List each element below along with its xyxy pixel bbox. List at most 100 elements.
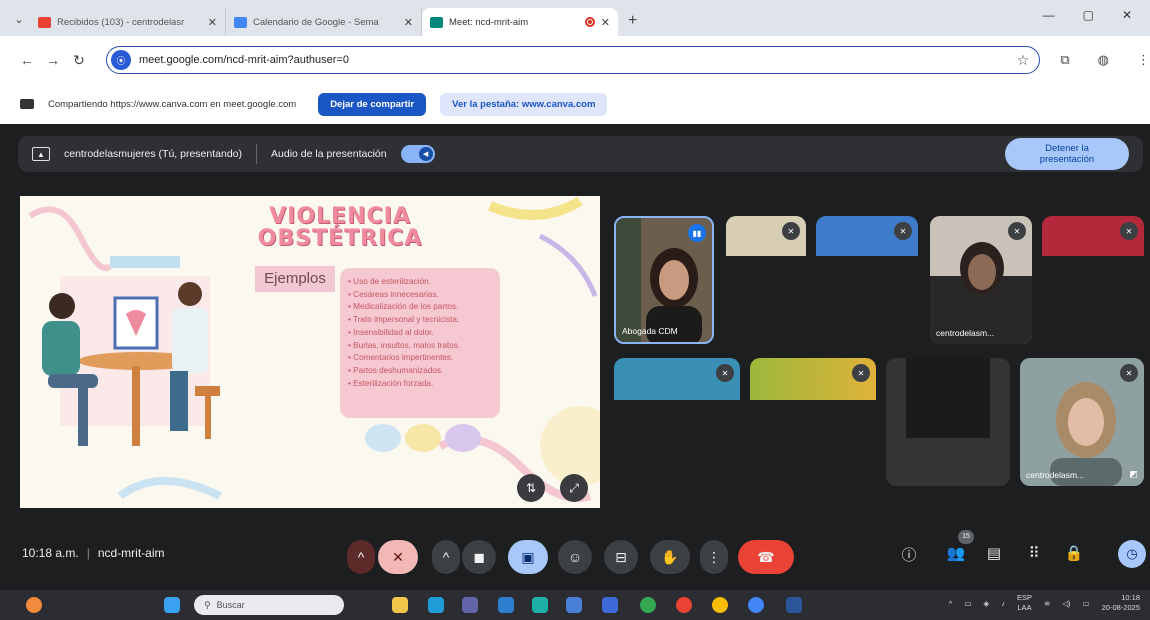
language-indicator[interactable]: ESP LAA	[1017, 593, 1032, 613]
reactions-button[interactable]: ☺	[558, 540, 592, 574]
participant-tile[interactable]: ✕ centrodelasm...	[930, 216, 1032, 344]
app-icon[interactable]	[532, 597, 548, 613]
mic-off-icon: ✕	[894, 222, 912, 240]
more-options-button[interactable]: ⋮	[700, 540, 728, 574]
pin-icon[interactable]: ◩	[1129, 469, 1138, 480]
taskbar-clock[interactable]: 10:18 20-08-2025	[1102, 593, 1140, 613]
mic-off-icon: ✕	[1120, 364, 1138, 382]
mic-off-button[interactable]: ✕	[378, 540, 418, 574]
participant-name: centrodelasm...	[936, 328, 995, 338]
captions-button[interactable]: ⊟	[604, 540, 638, 574]
forward-icon[interactable]: →	[40, 52, 66, 68]
chat-icon[interactable]: ▤	[982, 544, 1006, 562]
mic-icon[interactable]: ♪	[1001, 599, 1005, 608]
clock-date: 20-08-2025	[1101, 603, 1140, 612]
profile-icon[interactable]: ◍	[1098, 52, 1109, 68]
maximize-icon[interactable]: ▢	[1083, 8, 1094, 22]
network-icon[interactable]: ▭	[964, 599, 971, 608]
tab-search-icon[interactable]: ⌄	[8, 6, 30, 32]
fullscreen-icon[interactable]: ⤢	[560, 474, 588, 502]
end-call-button[interactable]: ☎	[738, 540, 794, 574]
tab-title: Meet: ncd-mrit-aim	[449, 16, 529, 28]
decor-circle	[445, 424, 481, 452]
file-explorer-icon[interactable]	[392, 597, 408, 613]
raise-hand-button[interactable]: ✋	[650, 540, 690, 574]
site-info-icon[interactable]: ⦿	[110, 50, 131, 70]
mic-options-button[interactable]: ^	[347, 540, 375, 574]
chrome-icon[interactable]	[748, 597, 764, 613]
slide-title: VIOLENCIA OBSTÉTRICA	[240, 206, 440, 250]
menu-icon[interactable]: ⋮	[1137, 52, 1150, 68]
new-tab-button[interactable]: +	[628, 12, 637, 30]
meet-controls-bar: 10:18 a.m. | ncd-mrit-aim ^ ✕ ^ ◼ ▣ ☺ ⊟ ✋ …	[0, 526, 1150, 590]
timer-icon[interactable]: ◷	[1118, 540, 1146, 568]
participant-tile[interactable]: ✕	[750, 358, 876, 486]
tab-meet[interactable]: Meet: ncd-mrit-aim ✕	[422, 8, 618, 36]
people-count-badge: 15	[958, 530, 974, 544]
tab-gmail[interactable]: Recibidos (103) - centrodelasr ✕	[30, 8, 226, 36]
info-icon[interactable]: ⓘ	[897, 544, 921, 565]
close-icon[interactable]: ✕	[601, 16, 610, 29]
meet-stage: ▲ centrodelasmujeres (Tú, presentando) A…	[0, 124, 1150, 590]
participant-tile[interactable]: ✕	[816, 216, 918, 344]
participant-tile[interactable]: ✕	[726, 216, 806, 344]
reload-icon[interactable]: ↻	[66, 52, 92, 69]
camera-button[interactable]: ◼	[462, 540, 496, 574]
teams-icon[interactable]	[462, 597, 478, 613]
minimize-icon[interactable]: —	[1043, 8, 1055, 22]
windows-start-icon[interactable]	[164, 597, 180, 613]
word-icon[interactable]	[786, 597, 802, 613]
close-icon[interactable]: ✕	[208, 16, 217, 29]
present-button[interactable]: ▣	[508, 540, 548, 574]
url-text: meet.google.com/ncd-mrit-aim?authuser=0	[138, 54, 349, 66]
url-input[interactable]: ⦿ meet.google.com/ncd-mrit-aim?authuser=…	[105, 46, 1041, 74]
lang-line1: ESP	[1016, 593, 1032, 602]
presentation-bar: ▲ centrodelasmujeres (Tú, presentando) A…	[18, 136, 1143, 172]
slide-title-line1: VIOLENCIA	[269, 204, 411, 229]
swap-layout-icon[interactable]: ⇅	[517, 474, 545, 502]
chevron-up-icon[interactable]: ^	[949, 599, 953, 608]
close-window-icon[interactable]: ✕	[1122, 8, 1132, 22]
tab-calendar[interactable]: Calendario de Google - Sema ✕	[226, 8, 422, 36]
tab-title: Recibidos (103) - centrodelasr	[57, 16, 185, 28]
chrome-icon[interactable]	[712, 597, 728, 613]
participant-tile[interactable]: ▮▮ Abogada CDM	[614, 216, 714, 344]
participant-tile[interactable]: ✕ centrodelasm... ◩	[1020, 358, 1144, 486]
stop-presenting-button[interactable]: Detener la presentación	[1005, 138, 1129, 170]
browser-actions: ⧉ ◍ ⋮	[1060, 52, 1150, 68]
app-icon[interactable]	[566, 597, 582, 613]
taskbar-search[interactable]: ⚲ Buscar	[194, 595, 344, 615]
mic-off-icon: ✕	[1008, 222, 1026, 240]
audio-toggle[interactable]: ◀	[400, 145, 435, 163]
mic-off-icon: ✕	[716, 364, 734, 382]
slide-subtitle: Ejemplos	[255, 266, 335, 292]
search-placeholder: Buscar	[216, 600, 245, 610]
store-icon[interactable]	[498, 597, 514, 613]
app-tray-icon[interactable]: ◈	[983, 599, 989, 608]
back-icon[interactable]: ←	[14, 52, 40, 68]
chrome-icon[interactable]	[640, 597, 656, 613]
edge-icon[interactable]	[428, 597, 444, 613]
present-icon: ▲	[32, 147, 50, 161]
chrome-icon[interactable]	[676, 597, 692, 613]
volume-icon[interactable]: ◁)	[1062, 599, 1070, 608]
participant-tile[interactable]: ✕	[1042, 216, 1144, 344]
activities-icon[interactable]: ⠿	[1022, 544, 1046, 562]
stop-label-line2: presentación	[1039, 154, 1095, 165]
presenter-label: centrodelasmujeres (Tú, presentando)	[64, 148, 243, 160]
view-tab-button[interactable]: Ver la pestaña: www.canva.com	[440, 92, 608, 116]
host-controls-icon[interactable]: 🔒	[1062, 544, 1086, 562]
people-icon[interactable]: 👥	[944, 544, 968, 562]
list-item: Trato impersonal y tecnicista.	[348, 314, 500, 327]
app-icon[interactable]	[602, 597, 618, 613]
battery-icon[interactable]: ▭	[1083, 599, 1090, 608]
participant-tile[interactable]: ✕	[614, 358, 740, 486]
stop-sharing-button[interactable]: Dejar de compartir	[318, 92, 427, 116]
participant-tile[interactable]	[886, 358, 1010, 486]
weather-icon[interactable]	[26, 597, 42, 613]
close-icon[interactable]: ✕	[404, 16, 413, 29]
extensions-icon[interactable]: ⧉	[1060, 52, 1069, 68]
wifi-icon[interactable]: ≋	[1044, 599, 1050, 608]
camera-options-button[interactable]: ^	[432, 540, 460, 574]
bookmark-star-icon[interactable]: ☆	[1017, 52, 1030, 69]
